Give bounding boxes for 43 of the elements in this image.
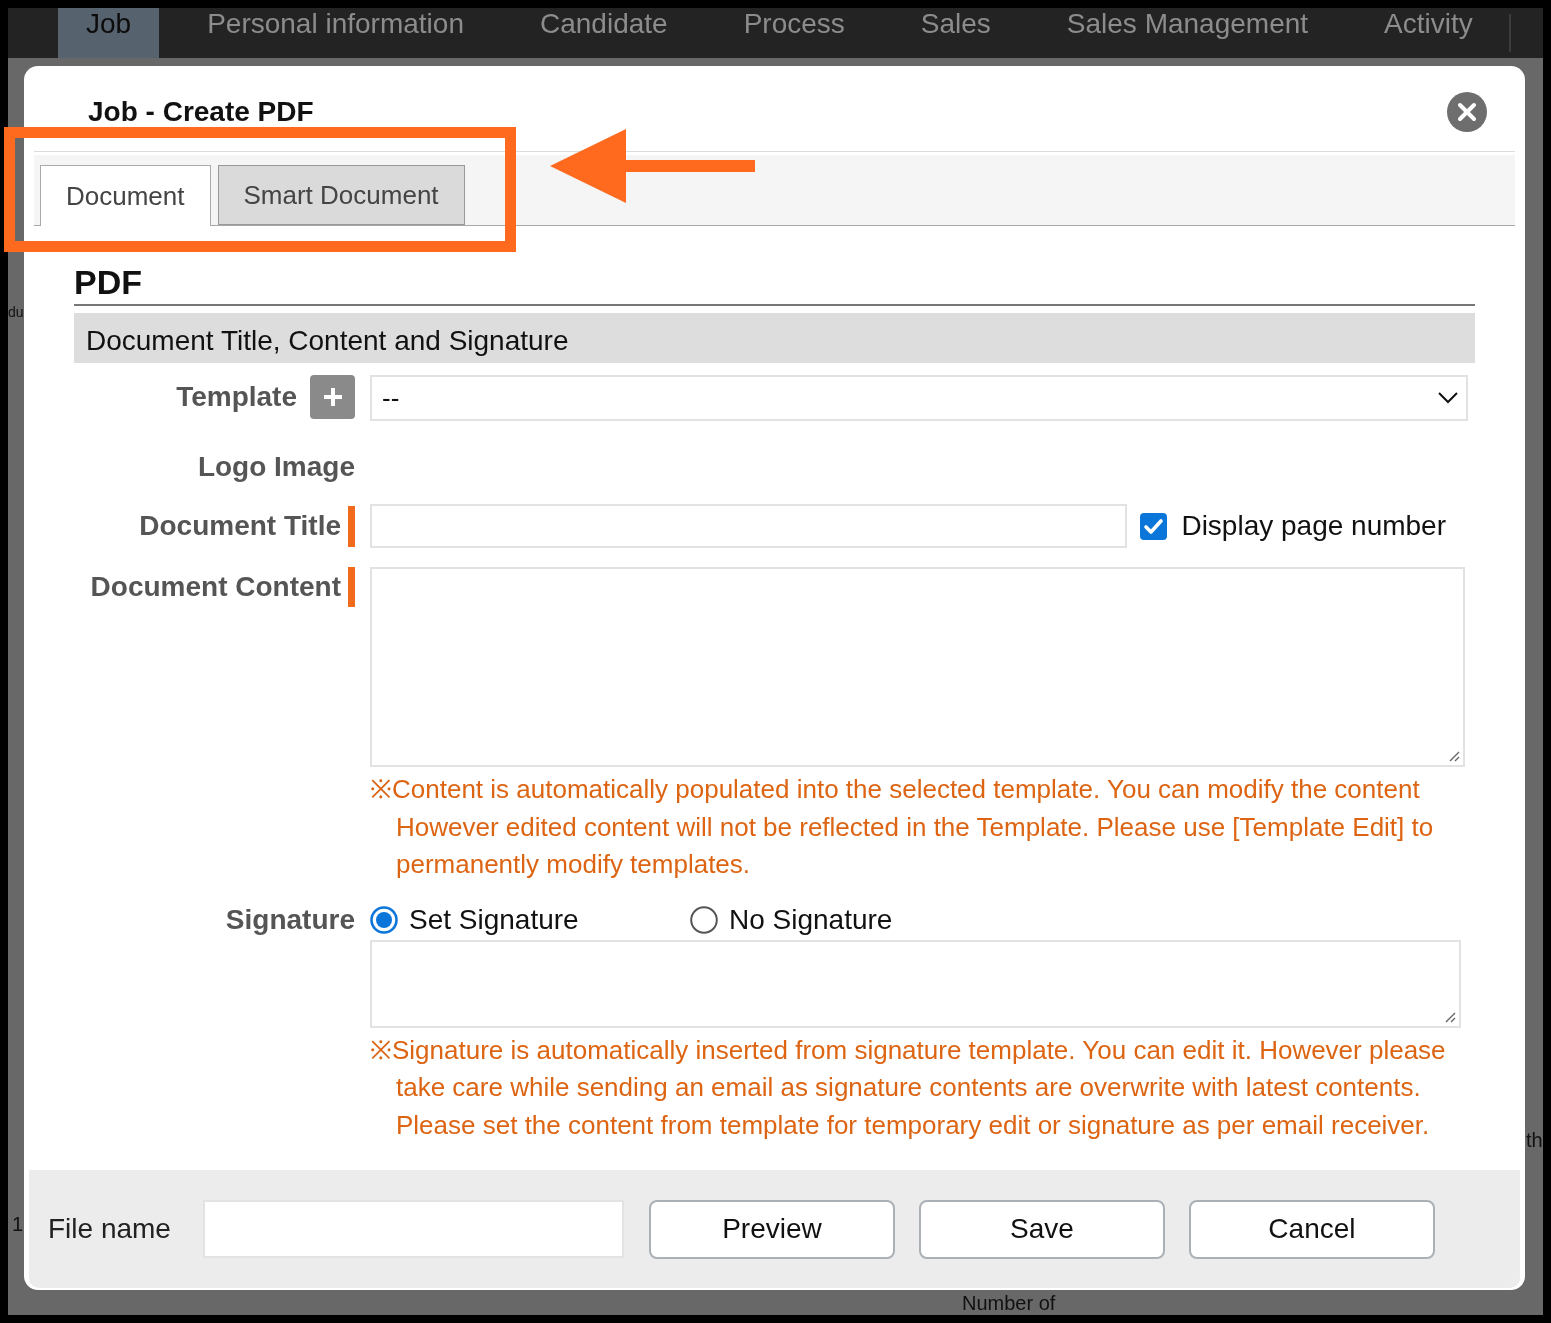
background-text: Number of <box>962 1292 1056 1314</box>
tab[interactable]: Smart Document <box>217 165 465 225</box>
subsection-header: Document Title, Content and Signature <box>74 313 1475 363</box>
tab[interactable]: Document <box>40 165 211 226</box>
document-title-input[interactable] <box>370 504 1128 548</box>
checkbox-label: Display page number <box>1181 509 1446 543</box>
background-text: 1 <box>12 1213 24 1235</box>
resize-grip-icon[interactable] <box>1444 1010 1456 1023</box>
background-text: th <box>1526 1128 1543 1152</box>
nav-tab[interactable]: Sales <box>892 8 1019 58</box>
plus-icon <box>322 387 343 407</box>
chevron-down-icon <box>1438 392 1458 404</box>
field-label: Document Content <box>90 570 341 604</box>
radio-button[interactable] <box>370 905 398 934</box>
nav-tab[interactable]: Process <box>715 8 873 58</box>
field-label: Template <box>176 380 297 414</box>
help-note: ※Signature is automatically inserted from signature template. You can edit it. However please take care while sending an email as signature contents are overwrite with latest contents. Please set the content from template for temporary edit or signature as per email receiver. <box>370 1033 1447 1142</box>
close-icon <box>1447 91 1487 132</box>
add-template-button[interactable] <box>310 375 355 419</box>
dialog-button[interactable]: Save <box>918 1199 1165 1259</box>
section-heading: PDF <box>74 260 1475 306</box>
field-label: Logo Image <box>197 450 355 484</box>
template-select[interactable]: -- <box>370 375 1468 421</box>
nav-tab[interactable]: Activity <box>1356 8 1501 58</box>
help-note: ※Content is automatically populated into the selected template. You can modify the content However edited content will not be reflected in the Template. Please use [Template Edit] to permanently modify templates. <box>370 773 1435 881</box>
nav-tab[interactable]: Personal information <box>179 8 492 58</box>
checkbox[interactable] <box>1140 512 1168 540</box>
file-name-input[interactable] <box>202 1200 624 1258</box>
dialog-title: Job - Create PDF <box>88 97 314 126</box>
dialog-button[interactable]: Cancel <box>1188 1199 1435 1259</box>
nav-tab[interactable]: Job <box>58 8 160 58</box>
nav-tab[interactable]: Sales Management <box>1038 8 1337 58</box>
nav-tab[interactable]: Candidate <box>511 8 696 58</box>
radio-label: No Signature <box>729 902 893 937</box>
file-name-label: File name <box>48 1213 171 1245</box>
resize-grip-icon[interactable] <box>1448 750 1460 762</box>
radio-button[interactable] <box>690 905 718 934</box>
dialog-button[interactable]: Preview <box>648 1199 895 1259</box>
field-label: Signature <box>225 902 355 937</box>
field-label: Document Title <box>139 509 341 543</box>
close-button[interactable] <box>1447 91 1487 132</box>
background-text: du <box>8 304 24 320</box>
radio-label: Set Signature <box>409 902 579 937</box>
